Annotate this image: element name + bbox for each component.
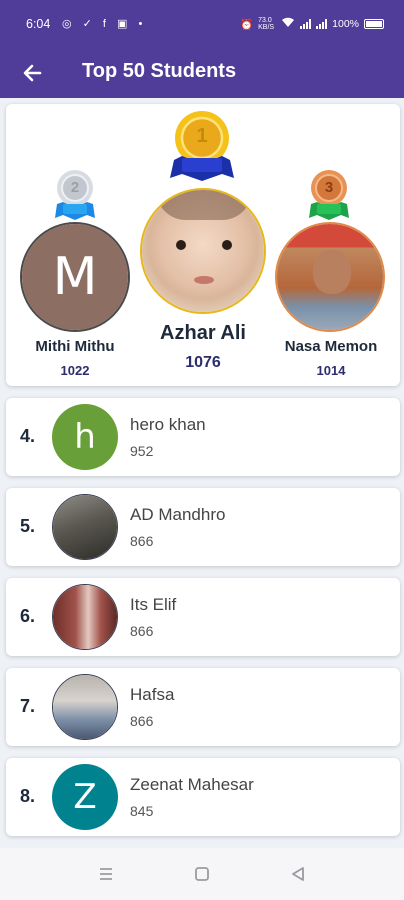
avatar-letter: h: [52, 404, 118, 470]
winner-name-rank-2: Mithi Mithu: [35, 338, 115, 355]
avatar-rank-1[interactable]: [140, 188, 266, 314]
notification-icons: ◎ ✓ f ▣ •: [62, 18, 147, 30]
winner-score-rank-3: 1014: [316, 363, 346, 378]
avatar-rank-3[interactable]: [275, 222, 385, 332]
avatar-photo: [142, 190, 264, 312]
student-name: Hafsa: [130, 685, 175, 704]
winner-name-rank-1: Azhar Ali: [160, 322, 246, 344]
back-triangle-icon[interactable]: [288, 864, 308, 884]
status-time: 6:04: [26, 17, 51, 31]
rank-position: 6.: [20, 606, 36, 626]
battery-icon: [364, 19, 384, 29]
avatar-letter: Z: [52, 764, 118, 830]
winner-name-rank-3: Nasa Memon: [284, 338, 378, 355]
recent-apps-icon[interactable]: [96, 864, 116, 884]
signal-icon-1: [300, 19, 312, 29]
winner-score-rank-2: 1022: [60, 363, 90, 378]
winner-score-rank-1: 1076: [185, 354, 221, 371]
battery-percent: 100%: [332, 18, 359, 30]
avatar-photo: [53, 585, 117, 649]
avatar: h: [52, 404, 118, 470]
student-name: Its Elif: [130, 595, 177, 614]
list-item[interactable]: 4. h hero khan 952: [6, 398, 400, 476]
list-item[interactable]: 5. AD Mandhro 866: [6, 488, 400, 566]
student-score: 866: [130, 533, 154, 549]
rank-3-label: 3: [324, 179, 334, 196]
system-navigation-bar: [0, 848, 404, 900]
student-score: 845: [130, 803, 154, 819]
student-score: 866: [130, 713, 154, 729]
student-name: AD Mandhro: [130, 505, 226, 524]
status-right: ⏰ 73.0 KB/S 100%: [240, 17, 384, 31]
home-icon[interactable]: [192, 864, 212, 884]
list-item[interactable]: 7. Hafsa 866: [6, 668, 400, 746]
app-bar: Top 50 Students: [0, 48, 404, 98]
back-arrow-icon[interactable]: [18, 58, 48, 88]
rank-position: 7.: [20, 696, 36, 716]
student-name: Zeenat Mahesar: [130, 775, 254, 794]
avatar-rank-2[interactable]: M: [20, 222, 130, 332]
rank-position: 8.: [20, 786, 36, 806]
avatar: Z: [52, 764, 118, 830]
avatar-photo: [53, 675, 117, 739]
list-item[interactable]: 8. Z Zeenat Mahesar 845: [6, 758, 400, 836]
network-speed: 73.0 KB/S: [258, 17, 275, 31]
avatar: [52, 494, 118, 560]
alarm-icon: ⏰: [240, 18, 254, 31]
signal-icon-2: [316, 19, 328, 29]
status-bar: 6:04 ◎ ✓ f ▣ • ⏰ 73.0 KB/S 100%: [0, 0, 404, 48]
bronze-medal-icon: 3: [303, 168, 355, 224]
silver-medal-icon: 2: [49, 168, 101, 224]
rank-position: 5.: [20, 516, 36, 536]
avatar: [52, 584, 118, 650]
avatar-letter: M: [22, 224, 128, 330]
avatar-photo: [53, 495, 117, 559]
list-item[interactable]: 6. Its Elif 866: [6, 578, 400, 656]
student-name: hero khan: [130, 415, 206, 434]
student-score: 866: [130, 623, 154, 639]
rank-2-label: 2: [70, 179, 80, 196]
wifi-icon: [281, 17, 295, 31]
page-title: Top 50 Students: [82, 60, 237, 82]
student-score: 952: [130, 443, 154, 459]
avatar-photo: [277, 224, 383, 330]
gold-medal-icon: 1: [166, 108, 238, 184]
avatar: [52, 674, 118, 740]
rank-1-label: 1: [196, 125, 208, 147]
rank-position: 4.: [20, 426, 36, 446]
top-three-podium: 2 M Mithi Mithu 1022 1 Azhar Ali 1076 3 …: [6, 104, 400, 386]
